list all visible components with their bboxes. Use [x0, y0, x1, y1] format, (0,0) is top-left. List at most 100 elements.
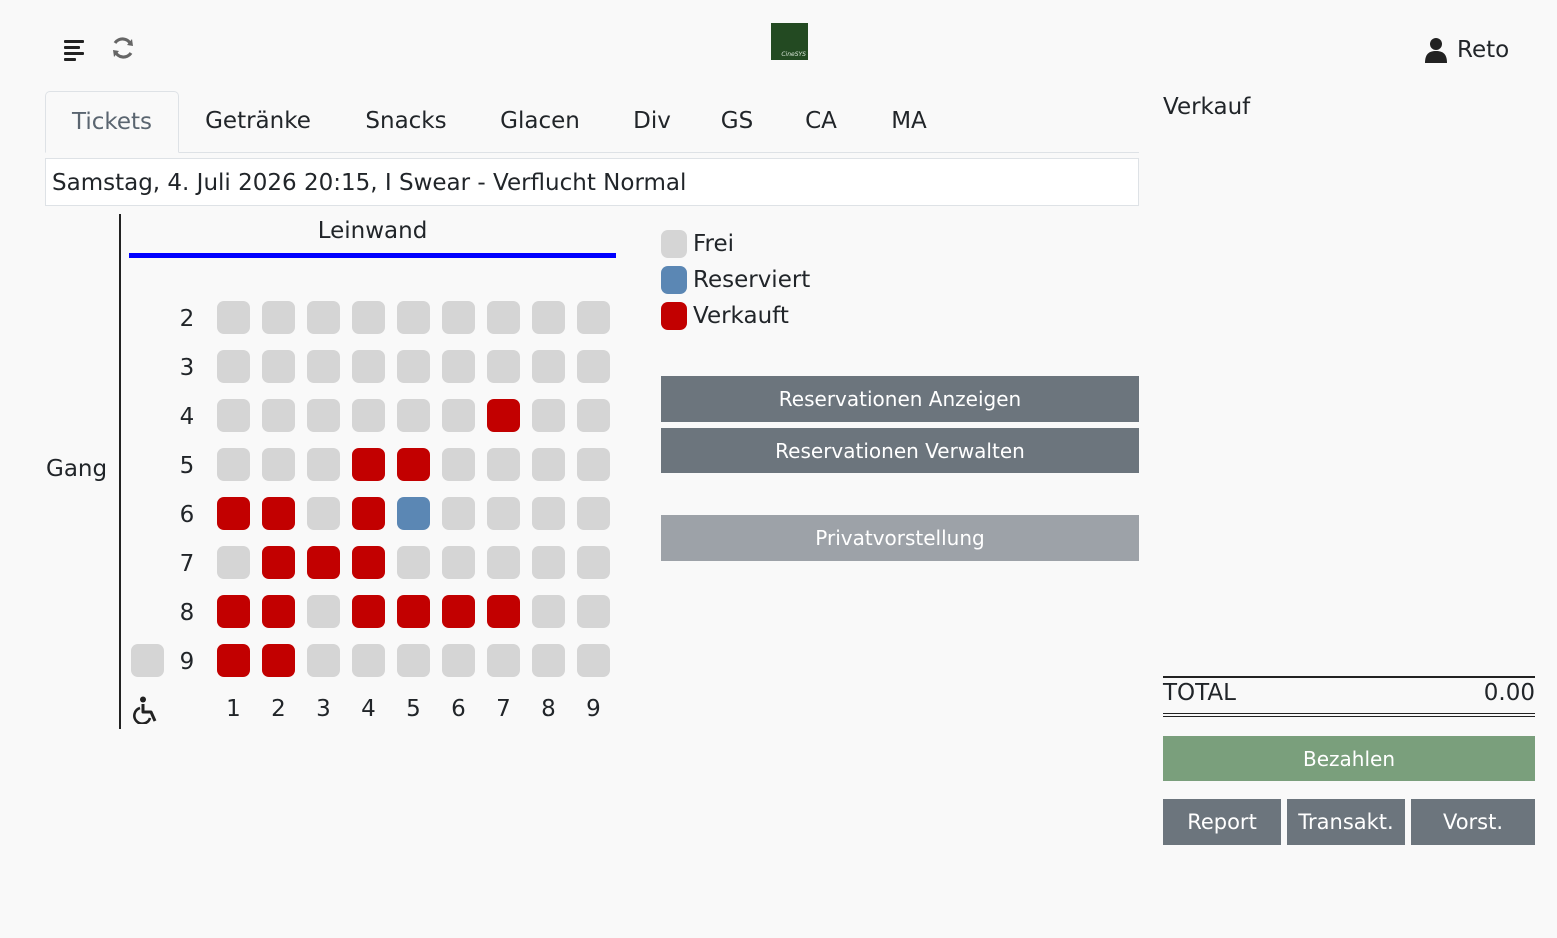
show-select[interactable]: Samstag, 4. Juli 2026 20:15, I Swear - V…	[45, 158, 1139, 206]
seat-r7-c7[interactable]	[487, 546, 520, 579]
total-value: 0.00	[1483, 680, 1535, 706]
total-divider-bottom-double	[1163, 716, 1535, 717]
seat-r7-c2[interactable]	[262, 546, 295, 579]
tab-ma[interactable]: MA	[873, 91, 945, 152]
seat-r9-c1[interactable]	[217, 644, 250, 677]
pay-button[interactable]: Bezahlen	[1163, 736, 1535, 781]
private-show-button[interactable]: Privatvorstellung	[661, 515, 1139, 561]
transactions-button[interactable]: Transakt.	[1287, 799, 1405, 845]
seat-r5-c8[interactable]	[532, 448, 565, 481]
seat-r9-c3[interactable]	[307, 644, 340, 677]
seat-r3-c1[interactable]	[217, 350, 250, 383]
seat-r4-c6[interactable]	[442, 399, 475, 432]
seat-r7-c1[interactable]	[217, 546, 250, 579]
seat-r8-c3[interactable]	[307, 595, 340, 628]
seat-r9-c9[interactable]	[577, 644, 610, 677]
seat-r2-c5[interactable]	[397, 301, 430, 334]
wheelchair-seat[interactable]	[131, 644, 164, 677]
presets-button[interactable]: Vorst.	[1411, 799, 1535, 845]
tab-tickets[interactable]: Tickets	[45, 91, 179, 153]
report-button[interactable]: Report	[1163, 799, 1281, 845]
seat-r5-c3[interactable]	[307, 448, 340, 481]
user-menu[interactable]: Reto	[1425, 34, 1509, 66]
seat-r6-c3[interactable]	[307, 497, 340, 530]
seat-r5-c7[interactable]	[487, 448, 520, 481]
seat-r5-c2[interactable]	[262, 448, 295, 481]
seat-r5-c1[interactable]	[217, 448, 250, 481]
seat-r4-c3[interactable]	[307, 399, 340, 432]
seat-r4-c5[interactable]	[397, 399, 430, 432]
seat-r8-c4[interactable]	[352, 595, 385, 628]
seat-r6-c2[interactable]	[262, 497, 295, 530]
seat-r8-c1[interactable]	[217, 595, 250, 628]
show-reservations-button[interactable]: Reservationen Anzeigen	[661, 376, 1139, 422]
seat-r4-c4[interactable]	[352, 399, 385, 432]
seat-r5-c6[interactable]	[442, 448, 475, 481]
tab-div[interactable]: Div	[617, 91, 687, 152]
column-label: 8	[541, 696, 556, 722]
seat-r7-c5[interactable]	[397, 546, 430, 579]
seat-r8-c8[interactable]	[532, 595, 565, 628]
seat-r9-c7[interactable]	[487, 644, 520, 677]
seat-r3-c8[interactable]	[532, 350, 565, 383]
seat-r9-c2[interactable]	[262, 644, 295, 677]
tab-getraenke[interactable]: Getränke	[187, 91, 329, 152]
seat-r2-c1[interactable]	[217, 301, 250, 334]
seat-r9-c5[interactable]	[397, 644, 430, 677]
seat-r8-c2[interactable]	[262, 595, 295, 628]
seat-r6-c9[interactable]	[577, 497, 610, 530]
legend-reserved-label: Reserviert	[693, 267, 811, 293]
seat-r5-c4[interactable]	[352, 448, 385, 481]
tab-ca[interactable]: CA	[787, 91, 855, 152]
menu-button[interactable]	[60, 34, 90, 64]
user-name: Reto	[1457, 37, 1510, 63]
seat-r2-c4[interactable]	[352, 301, 385, 334]
seat-r3-c6[interactable]	[442, 350, 475, 383]
seat-r7-c3[interactable]	[307, 546, 340, 579]
tab-gs[interactable]: GS	[705, 91, 769, 152]
seat-r5-c9[interactable]	[577, 448, 610, 481]
seat-r2-c9[interactable]	[577, 301, 610, 334]
seat-r7-c9[interactable]	[577, 546, 610, 579]
tab-snacks[interactable]: Snacks	[347, 91, 465, 152]
refresh-button[interactable]	[108, 33, 138, 63]
seat-r8-c9[interactable]	[577, 595, 610, 628]
seat-r9-c8[interactable]	[532, 644, 565, 677]
seat-r6-c4[interactable]	[352, 497, 385, 530]
seat-r4-c2[interactable]	[262, 399, 295, 432]
seat-r3-c5[interactable]	[397, 350, 430, 383]
column-label: 9	[586, 696, 601, 722]
seat-r2-c8[interactable]	[532, 301, 565, 334]
legend-sold-label: Verkauft	[693, 303, 789, 329]
seat-r6-c5[interactable]	[397, 497, 430, 530]
total-label: TOTAL	[1163, 680, 1236, 706]
seat-r3-c2[interactable]	[262, 350, 295, 383]
seat-r2-c7[interactable]	[487, 301, 520, 334]
seat-r3-c4[interactable]	[352, 350, 385, 383]
seat-r8-c5[interactable]	[397, 595, 430, 628]
seat-r8-c7[interactable]	[487, 595, 520, 628]
seat-r7-c6[interactable]	[442, 546, 475, 579]
seat-r6-c6[interactable]	[442, 497, 475, 530]
seat-r2-c2[interactable]	[262, 301, 295, 334]
seat-r4-c1[interactable]	[217, 399, 250, 432]
seat-r6-c8[interactable]	[532, 497, 565, 530]
seat-r4-c9[interactable]	[577, 399, 610, 432]
seat-r3-c3[interactable]	[307, 350, 340, 383]
seat-r4-c8[interactable]	[532, 399, 565, 432]
seat-r9-c4[interactable]	[352, 644, 385, 677]
seat-r3-c7[interactable]	[487, 350, 520, 383]
seat-r6-c1[interactable]	[217, 497, 250, 530]
seat-r6-c7[interactable]	[487, 497, 520, 530]
seat-r5-c5[interactable]	[397, 448, 430, 481]
seat-r7-c4[interactable]	[352, 546, 385, 579]
seat-r8-c6[interactable]	[442, 595, 475, 628]
seat-r2-c6[interactable]	[442, 301, 475, 334]
seat-r3-c9[interactable]	[577, 350, 610, 383]
seat-r4-c7[interactable]	[487, 399, 520, 432]
seat-r9-c6[interactable]	[442, 644, 475, 677]
seat-r2-c3[interactable]	[307, 301, 340, 334]
manage-reservations-button[interactable]: Reservationen Verwalten	[661, 428, 1139, 473]
tab-glacen[interactable]: Glacen	[483, 91, 597, 152]
seat-r7-c8[interactable]	[532, 546, 565, 579]
